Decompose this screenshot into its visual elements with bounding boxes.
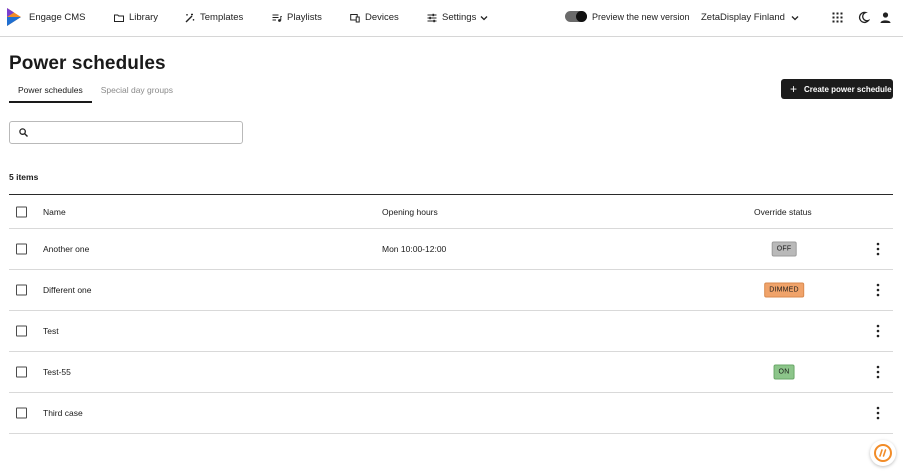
engage-logo-icon (7, 8, 21, 26)
column-header-name[interactable]: Name (43, 207, 66, 217)
brand-name: Engage CMS (29, 11, 86, 23)
row-name: Test-55 (43, 367, 71, 377)
nav-devices[interactable]: Devices (350, 12, 399, 23)
organization-selector[interactable]: ZetaDisplay Finland (701, 12, 799, 23)
plus-icon: + (790, 82, 798, 96)
select-all-checkbox[interactable] (16, 206, 27, 217)
row-name: Third case (43, 408, 83, 418)
devices-icon (350, 13, 360, 22)
nav-playlists[interactable]: Playlists (272, 12, 322, 23)
nav-settings-label: Settings (442, 12, 477, 23)
sliders-icon (427, 13, 437, 22)
playlist-icon (272, 13, 282, 22)
create-power-schedule-button[interactable]: + Create power schedule (781, 79, 893, 99)
search-box[interactable] (9, 121, 243, 144)
column-header-opening-hours[interactable]: Opening hours (382, 207, 438, 217)
table-row[interactable]: Test-55 ON (9, 352, 893, 393)
organization-name: ZetaDisplay Finland (701, 12, 785, 23)
more-options-icon[interactable] (875, 406, 881, 420)
tab-special-day-groups[interactable]: Special day groups (92, 81, 182, 103)
create-button-label: Create power schedule (804, 84, 892, 94)
top-navigation-bar: Engage CMS Library Templates Playlists D… (0, 0, 903, 37)
tab-power-schedules[interactable]: Power schedules (9, 81, 92, 103)
nav-templates[interactable]: Templates (185, 12, 243, 23)
chevron-down-icon (791, 15, 799, 20)
brand[interactable]: Engage CMS (6, 7, 86, 27)
help-chat-button[interactable] (870, 440, 896, 466)
search-icon (19, 128, 28, 137)
row-checkbox[interactable] (16, 325, 27, 337)
row-checkbox[interactable] (16, 366, 27, 378)
status-badge: OFF (771, 241, 797, 257)
row-name: Different one (43, 285, 92, 295)
chevron-down-icon (480, 15, 488, 20)
table-row[interactable]: Third case (9, 393, 893, 434)
nav-templates-label: Templates (200, 12, 244, 23)
row-opening-hours: Mon 10:00-12:00 (382, 244, 447, 254)
more-options-icon[interactable] (875, 365, 881, 379)
preview-toggle-label: Preview the new version (592, 12, 690, 22)
dark-mode-moon-icon[interactable] (857, 11, 870, 24)
chat-support-icon (874, 444, 892, 462)
row-checkbox[interactable] (16, 284, 27, 296)
table-row[interactable]: Another one Mon 10:00-12:00 OFF (9, 229, 893, 270)
toggle-knob (576, 11, 587, 22)
folder-icon (114, 14, 124, 22)
table-header: Name Opening hours Override status (9, 194, 893, 229)
apps-grid-icon[interactable] (831, 11, 844, 24)
magic-wand-icon (185, 13, 195, 22)
more-options-icon[interactable] (875, 242, 881, 256)
row-checkbox[interactable] (16, 407, 27, 419)
nav-settings[interactable]: Settings (427, 12, 488, 23)
row-name: Another one (43, 244, 90, 254)
item-count: 5 items (9, 172, 39, 182)
status-badge: DIMMED (764, 282, 804, 298)
row-checkbox[interactable] (16, 243, 27, 255)
status-badge: ON (773, 364, 795, 380)
tabs: Power schedules Special day groups (9, 81, 182, 103)
page-title: Power schedules (9, 53, 166, 74)
more-options-icon[interactable] (875, 324, 881, 338)
row-name: Test (43, 326, 59, 336)
preview-toggle[interactable] (565, 11, 587, 22)
nav-devices-label: Devices (365, 12, 399, 23)
nav-library-label: Library (129, 12, 159, 23)
nav-library[interactable]: Library (114, 12, 158, 23)
table-row[interactable]: Different one DIMMED (9, 270, 893, 311)
more-options-icon[interactable] (875, 283, 881, 297)
power-schedules-table: Name Opening hours Override status Anoth… (9, 194, 893, 434)
table-row[interactable]: Test (9, 311, 893, 352)
nav-playlists-label: Playlists (287, 12, 322, 23)
search-input[interactable] (34, 127, 234, 138)
column-header-override-status[interactable]: Override status (754, 207, 812, 217)
user-account-icon[interactable] (879, 11, 892, 24)
